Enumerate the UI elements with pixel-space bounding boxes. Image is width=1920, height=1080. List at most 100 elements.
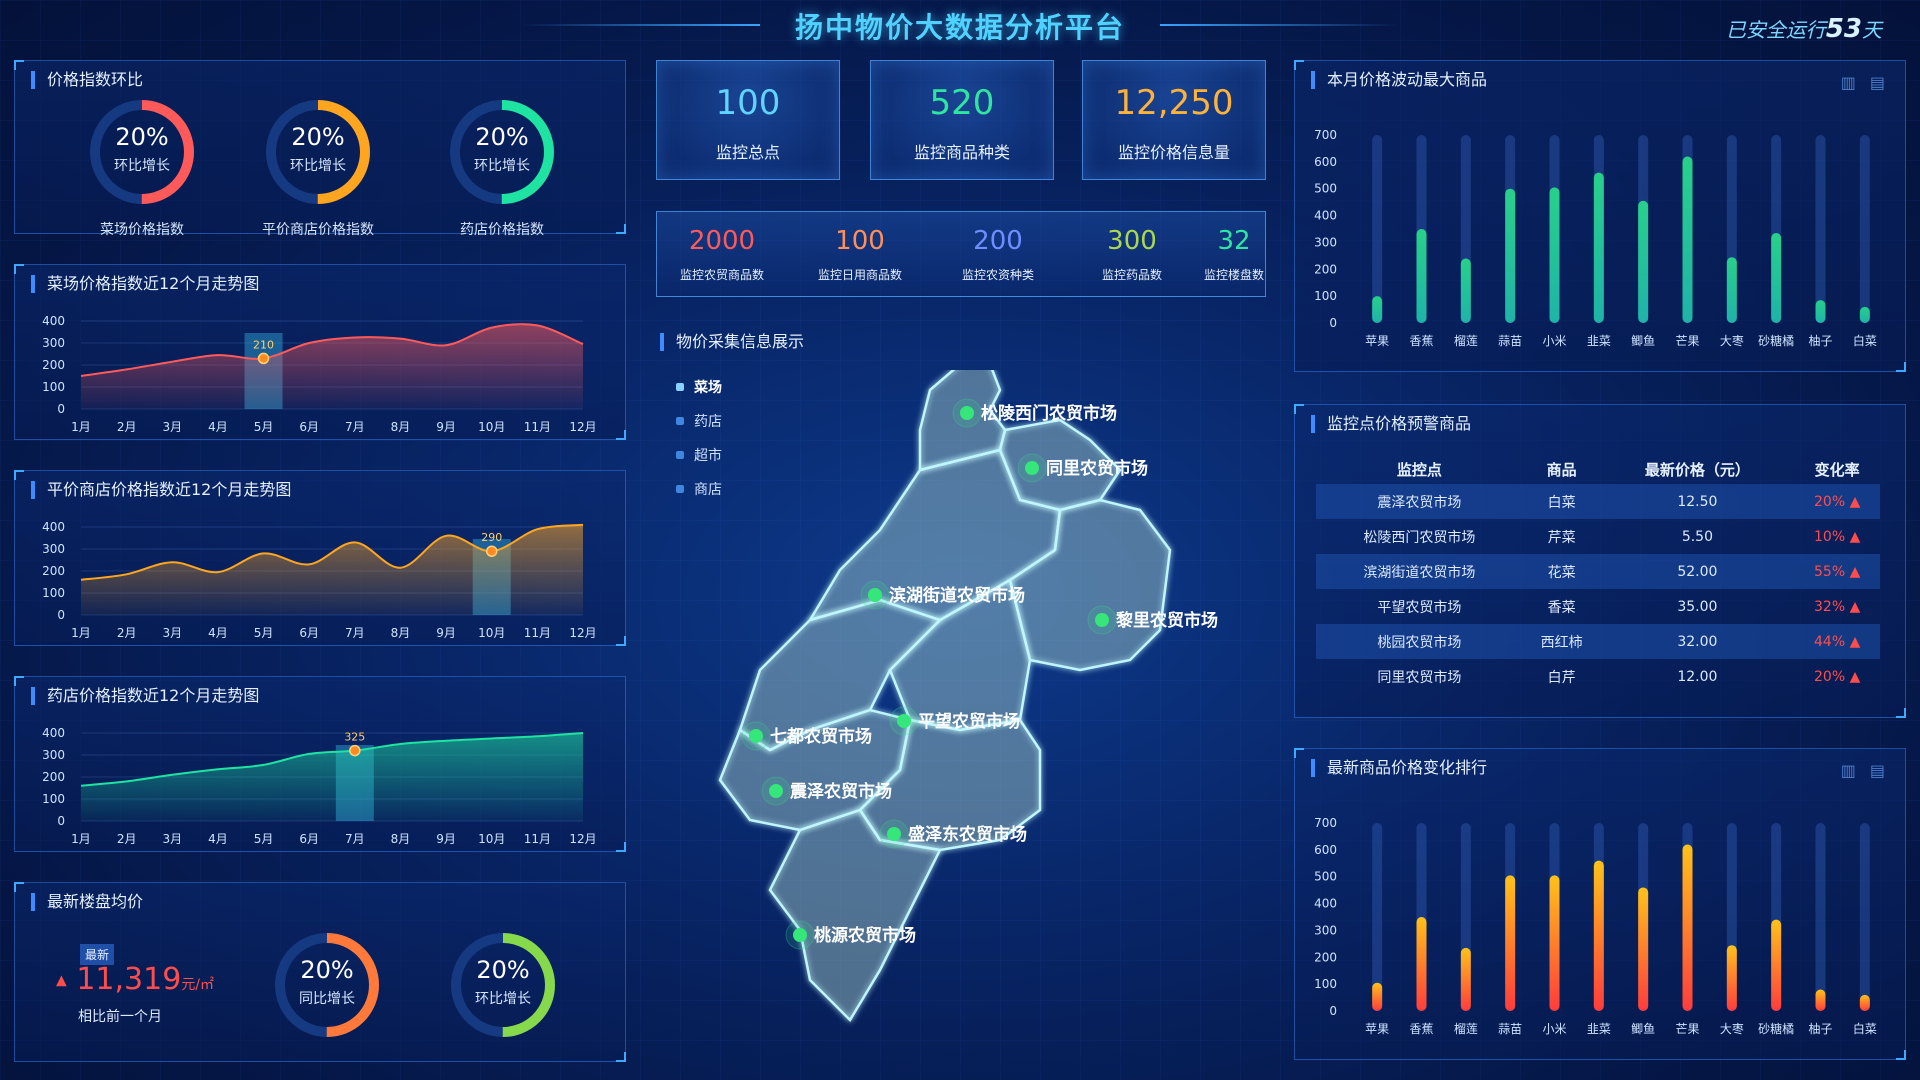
bar[interactable] — [1682, 844, 1693, 1011]
x-tick-label: 香蕉 — [1409, 334, 1433, 348]
gauge: 20% 同比增长 — [272, 930, 382, 1040]
bar-track — [1815, 823, 1826, 1011]
map-marker[interactable]: 七都农贸市场 — [741, 721, 872, 751]
map-marker[interactable]: 桃源农贸市场 — [785, 920, 916, 950]
y-tick-label: 100 — [1314, 289, 1337, 303]
bar[interactable] — [1549, 875, 1560, 1011]
table-row[interactable]: 桃园农贸市场 西红柿 32.00 44% ▲ — [1316, 624, 1880, 659]
table-cell: 白菜 — [1522, 484, 1601, 519]
gauge-caption: 平价商店价格指数 — [262, 222, 374, 238]
bar[interactable] — [1460, 258, 1471, 323]
bar[interactable] — [1549, 187, 1560, 323]
bar[interactable] — [1505, 188, 1516, 323]
x-tick-label: 韭菜 — [1587, 334, 1611, 348]
table-row[interactable]: 平望农贸市场 香菜 35.00 32% ▲ — [1316, 589, 1880, 624]
bar[interactable] — [1859, 994, 1870, 1011]
bar[interactable] — [1416, 917, 1427, 1011]
table-cell: 12.00 — [1677, 668, 1718, 685]
gauge-subtitle: 环比增长 — [290, 158, 346, 174]
panel-title: 监控点价格预警商品 — [1311, 415, 1471, 433]
up-arrow-icon: ▲ — [56, 972, 67, 989]
panel-price-index: 价格指数环比 20% 环比增长 菜场价格指数 20% 环比增长 平价商店价格指数 20% 环比… — [14, 60, 626, 238]
y-tick-label: 0 — [57, 608, 65, 622]
gauge: 20% 环比增长 — [448, 930, 558, 1040]
map-marker[interactable]: 滨湖街道农贸市场 — [860, 580, 1025, 610]
x-tick-label: 5月 — [254, 420, 274, 434]
bar[interactable] — [1593, 172, 1604, 323]
x-tick-label: 芒果 — [1675, 333, 1699, 348]
gauge: 20% 环比增长 药店价格指数 — [447, 97, 557, 238]
y-tick-label: 400 — [42, 726, 65, 740]
bar[interactable] — [1505, 875, 1516, 1011]
stat-box: 100 监控总点 — [656, 60, 840, 180]
map-marker[interactable]: 震泽农贸市场 — [761, 776, 892, 806]
table-header: 最新价格（元） — [1644, 460, 1750, 479]
x-tick-label: 12月 — [569, 626, 596, 640]
strip-label: 监控楼盘数 — [1203, 268, 1264, 282]
bar[interactable] — [1372, 982, 1383, 1011]
table-cell: 32% ▲ — [1814, 598, 1861, 615]
pharmacy-trend-chart: 0 100 200 300 400 1月 2月 3月 4月 5月 6月 7月 8月 9月 10月 11月 12月… — [42, 726, 597, 846]
bar[interactable] — [1726, 945, 1737, 1011]
y-tick-label: 100 — [42, 586, 65, 600]
panel-title: 最新楼盘均价 — [31, 893, 143, 911]
x-tick-label: 10月 — [478, 626, 505, 640]
bar[interactable] — [1815, 989, 1826, 1011]
stat-strip: 2000 监控农贸商品数 100 监控日用商品数 200 监控农资种类 300 监控药品数 32… — [656, 211, 1266, 297]
table-row[interactable]: 松陵西门农贸市场 芹菜 5.50 10% ▲ — [1316, 519, 1880, 554]
highlight-point — [349, 744, 361, 757]
x-tick-label: 6月 — [299, 626, 319, 640]
table-cell: 44% ▲ — [1794, 624, 1880, 659]
panel-latest-ranking: 最新商品价格变化排行 ▥ ▤ 0 100 200 300 400 500 600 700 苹果香… — [1294, 748, 1906, 1060]
y-tick-label: 400 — [42, 314, 65, 328]
x-tick-label: 9月 — [436, 832, 456, 846]
bar[interactable] — [1859, 306, 1870, 323]
store-trend-chart: 0 100 200 300 400 1月 2月 3月 4月 5月 6月 7月 8月 9月 10月 11月 12月… — [42, 520, 597, 640]
stat-label: 监控价格信息量 — [1117, 143, 1230, 162]
house-price-unit: 元/㎡ — [181, 977, 215, 993]
bar[interactable] — [1638, 200, 1649, 323]
series-area — [81, 524, 583, 615]
table-cell: 芹菜 — [1547, 529, 1576, 546]
table-cell: 松陵西门农贸市场 — [1363, 529, 1476, 546]
bar[interactable] — [1815, 300, 1826, 323]
highlight-label: 290 — [481, 531, 502, 544]
table-cell: 平望农贸市场 — [1377, 599, 1462, 616]
bar[interactable] — [1416, 229, 1427, 323]
y-tick-label: 300 — [1314, 235, 1337, 249]
ranking-bar-chart: 0 100 200 300 400 500 600 700 苹果 香蕉 榴莲 蒜苗 小米 韭菜 鲫鱼 芒果 大枣… — [1314, 816, 1877, 1036]
bar[interactable] — [1593, 860, 1604, 1011]
table-row[interactable]: 震泽农贸市场 白菜 12.50 20% ▲ — [1316, 484, 1880, 519]
bar[interactable] — [1771, 233, 1782, 323]
strip-label: 监控日用商品数 — [817, 268, 902, 282]
table-cell: 滨湖街道农贸市场 — [1316, 554, 1523, 589]
bar[interactable] — [1771, 919, 1782, 1011]
strip-label: 监控农资种类 — [961, 268, 1034, 282]
map-marker[interactable]: 黎里农贸市场 — [1087, 605, 1218, 635]
table-row[interactable]: 滨湖街道农贸市场 花菜 52.00 55% ▲ — [1316, 554, 1880, 589]
bar[interactable] — [1372, 296, 1383, 323]
x-tick-label: 10月 — [478, 832, 505, 846]
strip-number: 2000 — [688, 226, 756, 256]
y-tick-label: 0 — [1329, 1004, 1337, 1018]
bar[interactable] — [1726, 257, 1737, 323]
map-market-label: 震泽农贸市场 — [789, 781, 892, 802]
district-map: 松陵西门农贸市场同里农贸市场滨湖街道农贸市场黎里农贸市场平望农贸市场七都农贸市场… — [718, 370, 1218, 1023]
panel-store-trend: 平价商店价格指数近12个月走势图 0 100 200 300 400 1月 2月 3月 4月 5月… — [14, 470, 626, 646]
map-marker[interactable]: 松陵西门农贸市场 — [952, 398, 1117, 428]
market-trend-chart: 0 100 200 300 400 1月 2月 3月 4月 5月 6月 7月 8月 9月 10月 11月 12月… — [42, 314, 597, 434]
map-marker[interactable]: 平望农贸市场 — [889, 706, 1020, 736]
strip-item: 100 监控日用商品数 — [795, 212, 925, 296]
bar[interactable] — [1682, 156, 1693, 323]
map-marker[interactable]: 同里农贸市场 — [1017, 453, 1148, 483]
x-tick-label: 10月 — [478, 420, 505, 434]
bar[interactable] — [1638, 887, 1649, 1011]
table-row[interactable]: 同里农贸市场 白芹 12.00 20% ▲ — [1316, 659, 1880, 694]
map-marker[interactable]: 盛泽东农贸市场 — [879, 819, 1027, 849]
gauge-value: 20% — [300, 956, 354, 984]
bar-track — [1372, 135, 1383, 323]
y-tick-label: 200 — [42, 770, 65, 784]
x-tick-label: 7月 — [345, 626, 365, 640]
strip-label: 监控农贸商品数 — [679, 268, 764, 282]
bar[interactable] — [1460, 947, 1471, 1011]
